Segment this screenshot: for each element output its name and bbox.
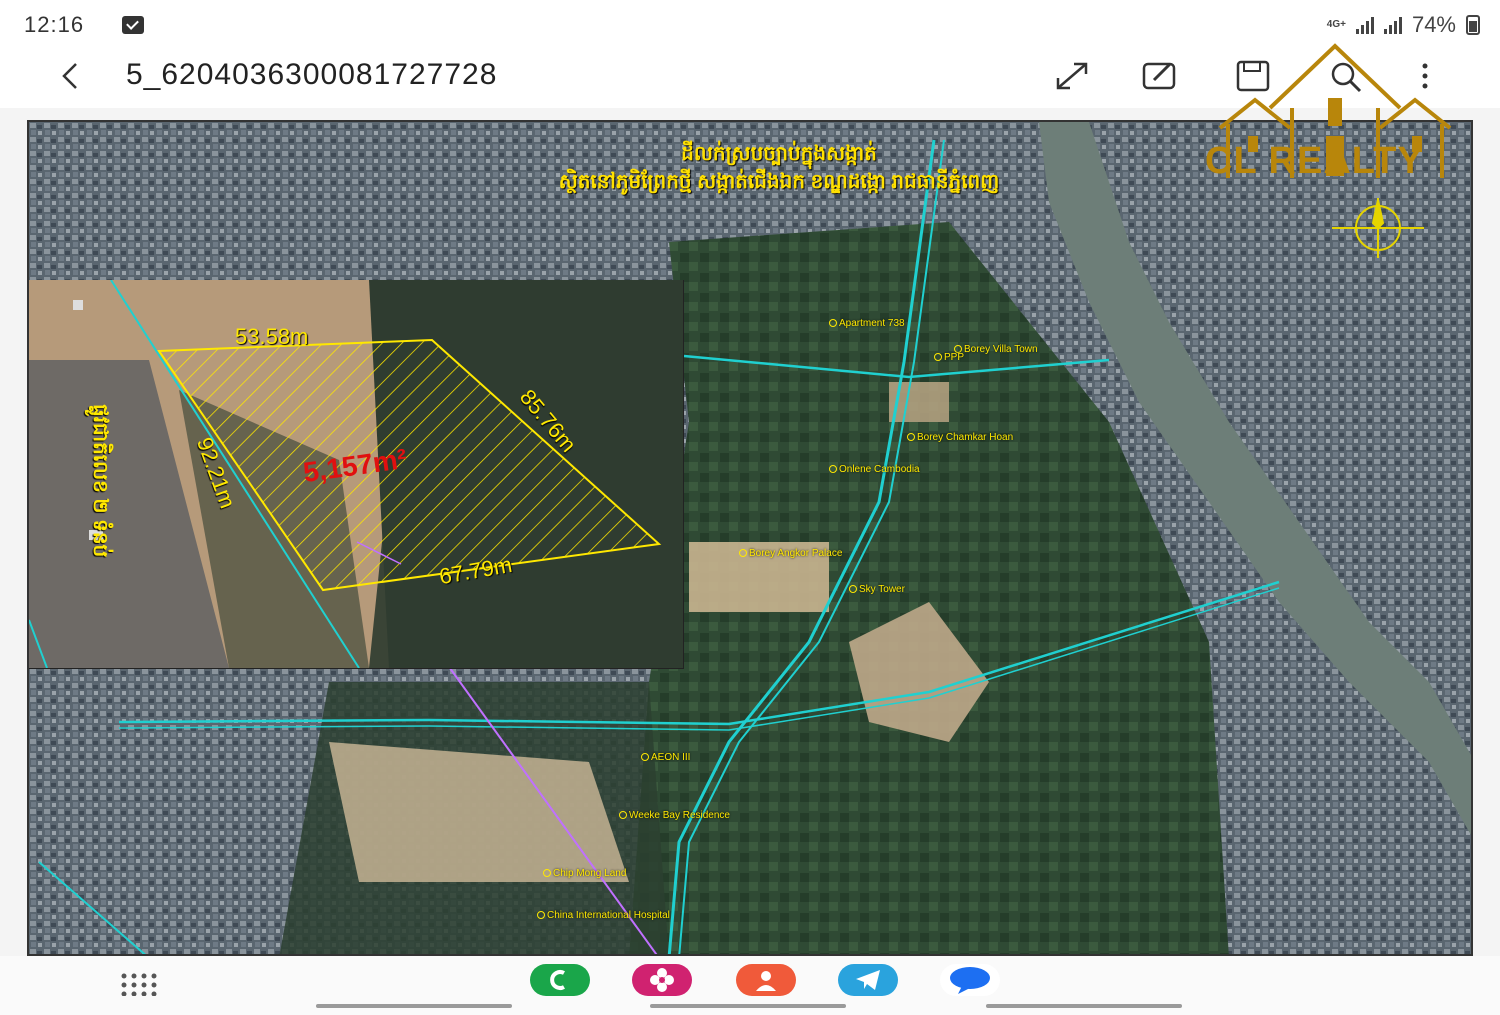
phone-app-icon [550, 970, 565, 990]
app-grid-icon [121, 973, 157, 997]
nav-bar-center [650, 1004, 846, 1008]
map-heading-line2: ស្ថិតនៅភូមិព្រែកថ្មី សង្កាត់ជើងឯក ខណ្ឌដង… [558, 171, 1000, 193]
file-title: 5_6204036300081727728 [126, 58, 498, 91]
poi-ppp: PPP [934, 352, 964, 363]
contacts-app[interactable] [736, 964, 796, 996]
blossom-app-icon [650, 968, 674, 992]
status-time: 12:16 [24, 12, 85, 37]
poi-sky-tower: Sky Tower [849, 584, 905, 595]
app-grid-button[interactable] [120, 972, 160, 1001]
road-name: ផ្លូវជាតិលេខ ២ ទំនប់ [89, 404, 111, 558]
poi-chip-mong: Chip Mong Land [543, 868, 626, 879]
telegram-app[interactable] [838, 964, 898, 996]
poi-onlene: Onlene Cambodia [829, 464, 920, 475]
dim-top: 53.58m [235, 324, 309, 349]
poi-borey-chamkar: Borey Chamkar Hoan [907, 432, 1013, 443]
messages-app[interactable] [940, 964, 1000, 996]
poi-china-hospital: China International Hospital [537, 910, 670, 921]
map-heading-line1: ដីលក់ស្របច្បាប់ក្នុងសង្កាត់ [681, 143, 877, 165]
taskbar [0, 956, 1500, 1015]
contacts-app-icon [756, 971, 776, 991]
parcel-inset: 53.58m 85.76m 92.21m 67.79m 5,157m² ផ្លូ… [29, 280, 684, 669]
notification-icon [122, 16, 144, 34]
blossom-app[interactable] [632, 964, 692, 996]
chevron-left-icon [62, 63, 77, 89]
nav-bar-right [986, 1004, 1182, 1008]
image-viewer[interactable]: ដីលក់ស្របច្បាប់ក្នុងសង្កាត់ ស្ថិតនៅភូមិព… [0, 43, 1500, 956]
nav-bar-left [316, 1004, 512, 1008]
expand-icon [1056, 62, 1088, 90]
poi-borey-angkor: Borey Angkor Palace [739, 548, 842, 559]
poi-borey-villa: Borey Villa Town [954, 344, 1038, 355]
map-heading: ដីលក់ស្របច្បាប់ក្នុងសង្កាត់ ស្ថិតនៅភូមិព… [369, 140, 1189, 196]
edit-button[interactable] [1140, 58, 1180, 94]
brand-name: CL REALTY [1205, 140, 1424, 182]
phone-app[interactable] [530, 964, 590, 996]
poi-weeke: Weeke Bay Residence [619, 810, 730, 821]
poi-apartment: Apartment 738 [829, 318, 905, 329]
edit-icon [1142, 62, 1176, 90]
poi-aeon: AEON III [641, 752, 690, 763]
expand-button[interactable] [1052, 58, 1092, 94]
back-button[interactable] [52, 56, 92, 96]
telegram-app-icon [856, 970, 880, 990]
messages-app-icon [950, 967, 990, 994]
